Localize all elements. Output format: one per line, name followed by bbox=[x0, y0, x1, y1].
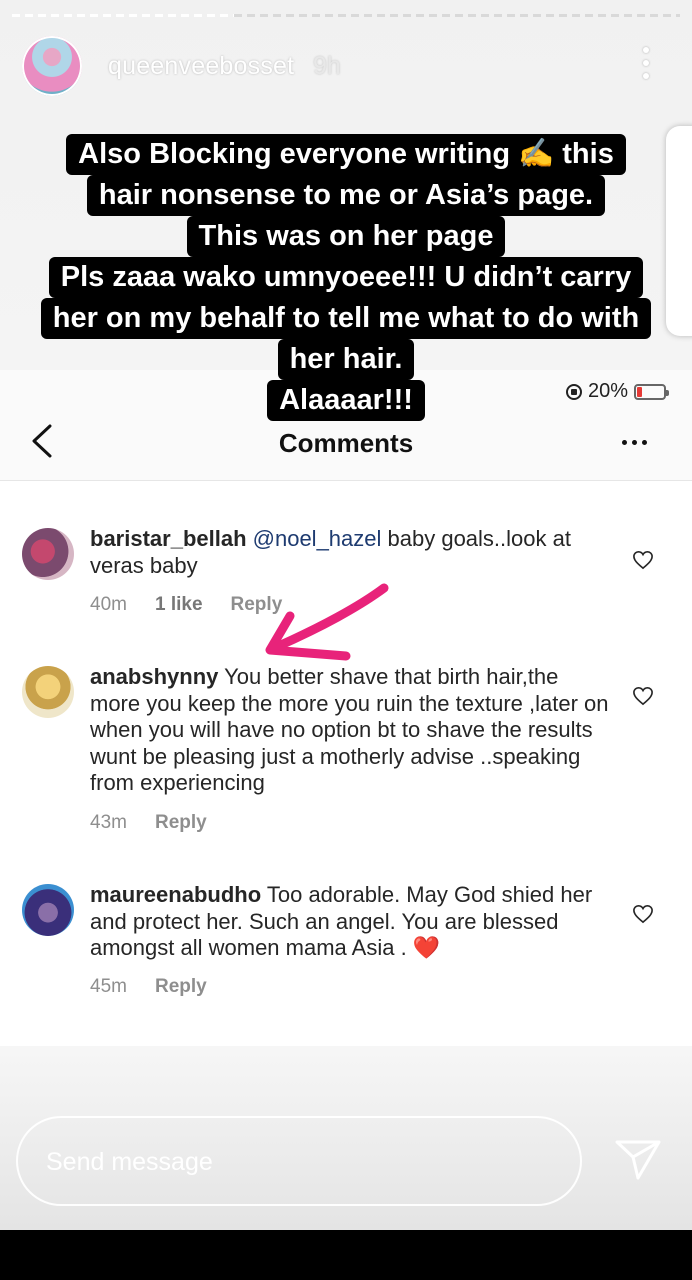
story-author-avatar[interactable] bbox=[22, 36, 82, 96]
comments-title: Comments bbox=[278, 428, 414, 458]
commenter-avatar[interactable] bbox=[22, 528, 74, 580]
caption-line: This was on her page bbox=[186, 216, 506, 257]
caption-line: her hair. bbox=[277, 339, 415, 380]
heart-icon[interactable] bbox=[632, 550, 654, 570]
comment-time: 43m bbox=[90, 812, 127, 833]
comment-likes[interactable]: 1 like bbox=[155, 594, 203, 616]
caption-line: Alaaaar!!! bbox=[267, 380, 425, 421]
reply-button[interactable]: Reply bbox=[155, 976, 207, 998]
comment-username[interactable]: maureenabudho bbox=[90, 882, 261, 907]
comment-time: 45m bbox=[90, 976, 127, 997]
more-options-icon[interactable] bbox=[636, 47, 656, 79]
heart-icon[interactable] bbox=[632, 686, 654, 706]
caption-line: hair nonsense to me or Asia’s page. bbox=[86, 175, 606, 216]
caption-line: her on my behalf to tell me what to do w… bbox=[40, 298, 652, 339]
comment-username[interactable]: baristar_bellah bbox=[90, 526, 247, 551]
caption-line: Pls zaaa wako umnyoeee!!! U didn’t carry bbox=[48, 257, 644, 298]
heart-icon[interactable] bbox=[632, 904, 654, 924]
comment-username[interactable]: anabshynny bbox=[90, 664, 218, 689]
comments-screenshot: 20% Comments baristar_bellah @noel_hazel… bbox=[0, 370, 692, 1046]
send-message-placeholder: Send message bbox=[46, 1148, 213, 1176]
story-view: queenveebosset 9h 20% Comments baristar_… bbox=[0, 0, 692, 1230]
comment-mention[interactable]: @noel_hazel bbox=[253, 526, 382, 551]
send-message-input[interactable]: Send message bbox=[16, 1116, 582, 1206]
pink-arrow-icon bbox=[265, 583, 389, 661]
story-caption: Also Blocking everyone writing ✍️ this h… bbox=[0, 134, 692, 421]
caption-line: Also Blocking everyone writing ✍️ this bbox=[66, 134, 626, 175]
story-username[interactable]: queenveebosset bbox=[108, 52, 294, 81]
commenter-avatar[interactable] bbox=[22, 884, 74, 936]
story-progress-bar bbox=[12, 14, 680, 17]
more-options-icon[interactable] bbox=[622, 440, 647, 445]
commenter-avatar[interactable] bbox=[22, 666, 74, 718]
story-time: 9h bbox=[313, 52, 341, 80]
comment-meta: 43m Reply bbox=[90, 812, 207, 834]
reply-button[interactable]: Reply bbox=[155, 812, 207, 834]
comment-time: 40m bbox=[90, 594, 127, 615]
send-icon[interactable] bbox=[614, 1138, 662, 1182]
comment-meta: 45m Reply bbox=[90, 976, 207, 998]
